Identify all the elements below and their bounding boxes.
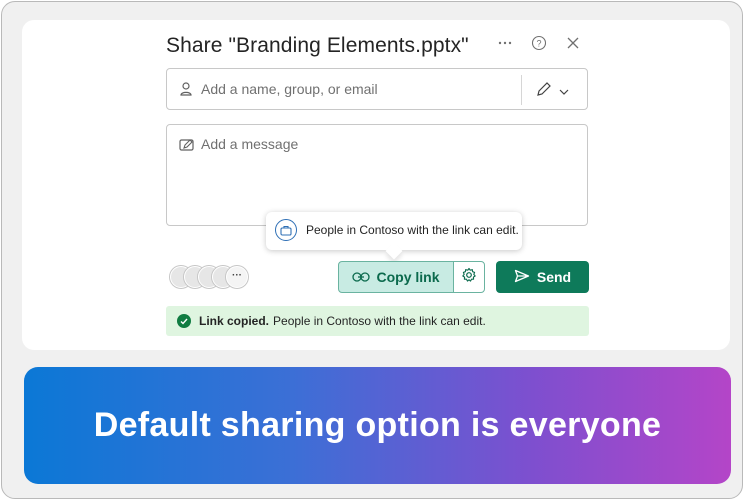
banner-text: People in Contoso with the link can edit… [273, 314, 486, 328]
message-input[interactable]: Add a message [166, 124, 588, 226]
recipients-placeholder: Add a name, group, or email [201, 81, 378, 97]
share-dialog: Share "Branding Elements.pptx" ? Add a n… [22, 20, 730, 350]
shared-with-avatars[interactable]: ··· [170, 266, 260, 290]
screenshot-frame: Share "Branding Elements.pptx" ? Add a n… [1, 1, 743, 499]
copy-link-label: Copy link [376, 269, 440, 285]
send-icon [514, 269, 530, 286]
send-label: Send [536, 269, 572, 285]
briefcase-icon [275, 219, 297, 241]
link-copied-banner: Link copied. People in Contoso with the … [166, 306, 589, 336]
link-settings-tooltip: People in Contoso with the link can edit… [266, 212, 522, 250]
more-icon[interactable] [494, 32, 516, 54]
message-placeholder: Add a message [201, 136, 299, 152]
edit-message-icon [179, 138, 195, 157]
svg-text:?: ? [536, 39, 541, 49]
chevron-down-icon[interactable] [559, 83, 569, 101]
person-icon [179, 81, 193, 102]
more-avatars-icon[interactable]: ··· [226, 266, 248, 288]
send-button[interactable]: Send [496, 261, 589, 293]
link-settings-button[interactable] [453, 261, 485, 293]
dialog-title: Share "Branding Elements.pptx" [166, 34, 469, 57]
pencil-icon[interactable] [535, 80, 553, 103]
copy-link-button[interactable]: Copy link [338, 261, 454, 293]
help-icon[interactable]: ? [528, 32, 550, 54]
link-icon [352, 269, 371, 285]
input-divider [521, 75, 522, 105]
check-icon [177, 314, 191, 328]
gear-icon [461, 267, 477, 288]
tooltip-text: People in Contoso with the link can edit… [306, 223, 519, 237]
recipients-input[interactable]: Add a name, group, or email [166, 68, 588, 110]
caption-banner: Default sharing option is everyone [24, 367, 731, 484]
close-icon[interactable] [562, 32, 584, 54]
banner-title: Link copied. [199, 314, 270, 328]
caption-text: Default sharing option is everyone [93, 406, 662, 444]
